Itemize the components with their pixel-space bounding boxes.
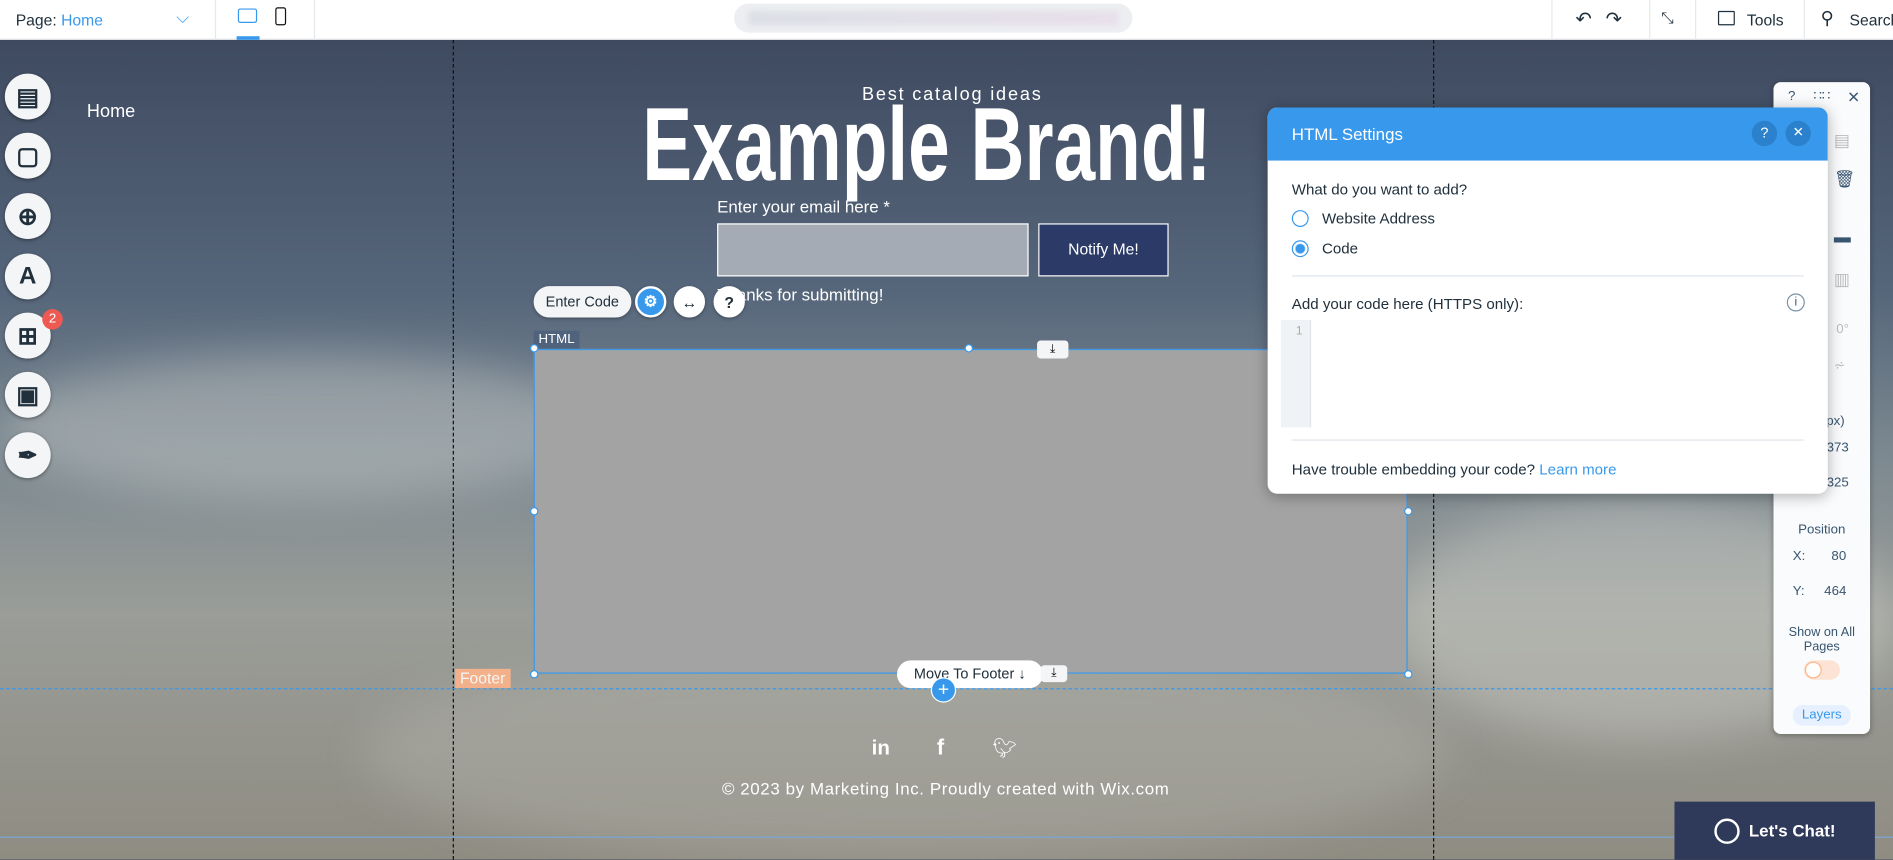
rotation-value[interactable]: 0° <box>1836 322 1849 336</box>
email-label: Enter your email here * <box>717 196 890 217</box>
site-nav-home[interactable]: Home <box>87 101 135 122</box>
code-editor[interactable]: 1 <box>1280 319 1815 428</box>
anchor-top-icon[interactable]: ⤓ <box>1037 340 1069 359</box>
help-text: Have trouble embedding your code? <box>1291 461 1536 479</box>
line-number: 1 <box>1280 319 1312 428</box>
twitter-icon[interactable]: 🐦︎ <box>992 736 1017 760</box>
zoom-out-icon[interactable]: ⤡ <box>1661 8 1674 27</box>
move-to-footer-label: Move To Footer <box>913 665 1015 683</box>
design-icon[interactable]: A <box>4 253 51 300</box>
anchor-bottom-icon[interactable]: ⤓ <box>1040 665 1068 683</box>
notify-button[interactable]: Notify Me! <box>1038 223 1169 277</box>
element-tag: HTML <box>533 330 580 349</box>
background-icon[interactable]: ▢ <box>4 132 51 179</box>
chevron-down-icon[interactable]: ⌵ <box>176 7 189 28</box>
flip-icon[interactable]: ⩫ <box>1834 357 1845 373</box>
y-label: Y: <box>1792 584 1805 599</box>
facebook-icon[interactable]: f <box>937 735 944 760</box>
desktop-active-indicator <box>236 36 260 40</box>
dialog-help-icon[interactable]: ? <box>1751 120 1778 147</box>
show-on-all-pages-toggle[interactable] <box>1803 660 1840 680</box>
redo-icon[interactable]: ↷ <box>1606 7 1622 31</box>
help-icon[interactable]: ? <box>1788 89 1795 103</box>
info-icon[interactable]: i <box>1786 293 1805 312</box>
radio-label: Code <box>1321 240 1359 258</box>
site-brand-title: Example Brand! <box>642 86 1212 203</box>
tools-icon[interactable] <box>1717 10 1735 26</box>
undo-icon[interactable]: ↶ <box>1575 7 1591 31</box>
radio-code[interactable]: Code <box>1291 240 1359 258</box>
page-selector[interactable]: Page: Home <box>16 11 103 29</box>
grid-line-left <box>452 39 454 860</box>
learn-more-link[interactable]: Learn more <box>1539 461 1616 478</box>
desktop-icon[interactable] <box>237 8 258 23</box>
user-icon <box>1713 817 1740 844</box>
email-input[interactable] <box>717 223 1029 277</box>
radio-website-address[interactable]: Website Address <box>1291 210 1435 227</box>
dialog-title: HTML Settings <box>1291 124 1403 144</box>
drag-handle-icon[interactable]: ∷∷ <box>1813 88 1830 103</box>
y-value[interactable]: 464 <box>1824 584 1846 598</box>
chat-label: Let's Chat! <box>1748 820 1836 841</box>
footer-tag: Footer <box>455 668 511 689</box>
x-value[interactable]: 80 <box>1831 549 1846 563</box>
align-icon[interactable]: ▥ <box>1834 269 1850 290</box>
linkedin-icon[interactable]: in <box>872 736 890 760</box>
search-button[interactable]: Search <box>1850 11 1893 29</box>
radio-checked <box>1291 240 1309 258</box>
tools-button[interactable]: Tools <box>1747 11 1784 29</box>
settings-gear-icon[interactable]: ⚙ <box>635 286 667 318</box>
url-bar[interactable] <box>734 3 1133 33</box>
close-icon[interactable]: ✕ <box>1847 88 1860 107</box>
chat-button[interactable]: Let's Chat! <box>1674 801 1875 860</box>
mobile-icon[interactable] <box>275 7 287 26</box>
blog-pen-icon[interactable]: ✒ <box>4 432 51 479</box>
add-section-plus-icon[interactable]: + <box>930 677 957 703</box>
add-icon[interactable]: ⊕ <box>4 193 51 240</box>
show-on-all-pages-label: Show on All Pages <box>1788 625 1855 655</box>
top-bar: Page: Home ⌵ ↶ ↷ ⤡ Tools ⚲ Search <box>0 0 1893 40</box>
pages-icon[interactable]: ▤ <box>4 73 51 120</box>
media-icon[interactable]: ▣ <box>4 371 51 418</box>
enter-code-button[interactable]: Enter Code <box>533 286 632 318</box>
width-value[interactable]: 373 <box>1827 441 1849 455</box>
move-to-footer-button[interactable]: Move To Footer ↓ <box>897 660 1043 689</box>
dialog-question: What do you want to add? <box>1291 181 1468 198</box>
search-icon[interactable]: ⚲ <box>1821 7 1834 29</box>
x-label: X: <box>1792 549 1806 564</box>
radio-unchecked <box>1291 210 1309 227</box>
copyright-text: © 2023 by Marketing Inc. Proudly created… <box>721 778 1170 799</box>
help-icon[interactable]: ? <box>713 286 745 318</box>
arrange-icon[interactable]: ▬ <box>1834 227 1851 246</box>
dialog-header: HTML Settings ? ✕ <box>1267 107 1828 161</box>
trash-icon[interactable]: 🗑︎ <box>1834 169 1855 190</box>
page-label: Page: <box>15 10 57 29</box>
height-value[interactable]: 325 <box>1827 476 1849 490</box>
bottom-line <box>0 836 1893 838</box>
layers-button[interactable]: Layers <box>1792 705 1851 726</box>
position-label: Position <box>1798 522 1846 538</box>
paste-icon[interactable]: ▤ <box>1834 130 1850 151</box>
apps-badge: 2 <box>42 309 63 330</box>
code-label: Add your code here (HTTPS only): <box>1291 295 1524 313</box>
html-settings-dialog: HTML Settings ? ✕ What do you want to ad… <box>1267 107 1828 494</box>
radio-label: Website Address <box>1321 210 1435 227</box>
page-value: Home <box>61 10 103 29</box>
dialog-close-icon[interactable]: ✕ <box>1785 120 1811 147</box>
stretch-icon[interactable]: ↔ <box>673 286 706 318</box>
